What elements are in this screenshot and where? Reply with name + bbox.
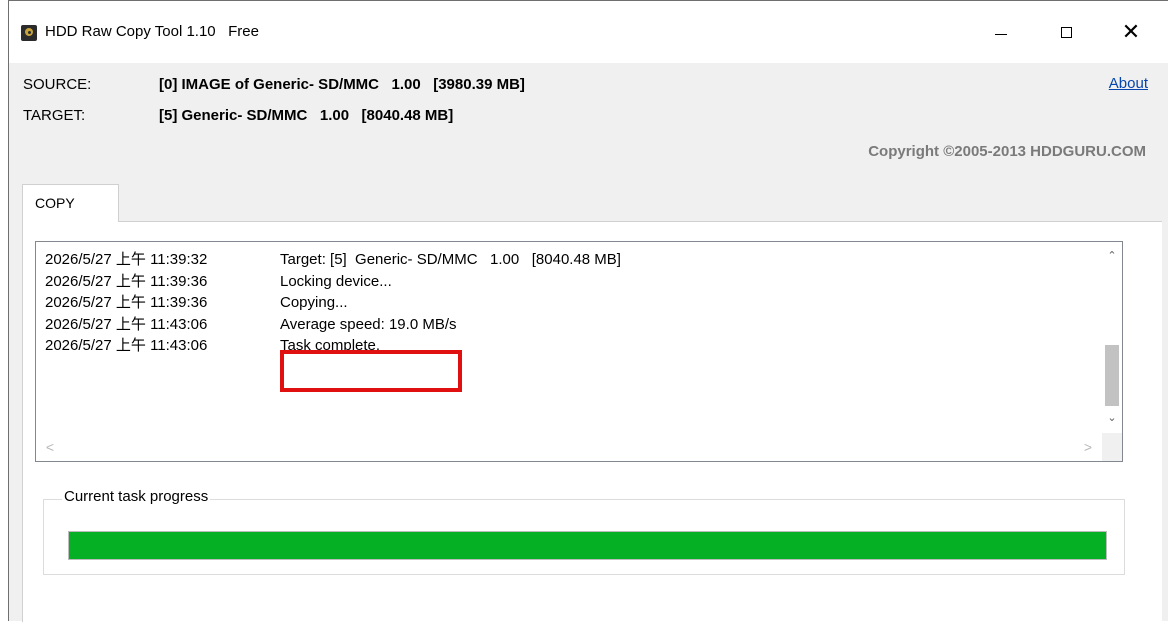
- scroll-up-icon[interactable]: ⌃: [1102, 246, 1122, 266]
- close-button[interactable]: ✕: [1107, 1, 1155, 63]
- scroll-down-icon[interactable]: ⌄: [1102, 408, 1122, 428]
- progress-fill: [69, 532, 1106, 559]
- window-title: HDD Raw Copy Tool 1.10 Free: [45, 23, 259, 40]
- title-bar[interactable]: HDD Raw Copy Tool 1.10 Free ✕: [9, 1, 1168, 63]
- minimize-button[interactable]: [977, 1, 1025, 63]
- target-value: [5] Generic- SD/MMC 1.00 [8040.48 MB]: [159, 107, 454, 124]
- target-label: TARGET:: [23, 107, 86, 124]
- hdd-app-icon[interactable]: [21, 25, 37, 41]
- log-line: 2026/5/27 上午 11:39:32 Target: [5] Generic…: [45, 249, 1085, 271]
- source-value: [0] IMAGE of Generic- SD/MMC 1.00 [3980.…: [159, 76, 525, 93]
- vertical-scrollbar[interactable]: ⌃ ⌄: [1102, 242, 1122, 432]
- tab-copy-label: COPY: [35, 195, 75, 211]
- horizontal-scrollbar[interactable]: < >: [36, 432, 1102, 461]
- minimize-icon: [995, 33, 1007, 35]
- log-timestamp: 2026/5/27 上午 11:39:36: [45, 294, 208, 311]
- maximize-button[interactable]: [1042, 1, 1090, 63]
- log-timestamp: 2026/5/27 上午 11:39:36: [45, 272, 208, 290]
- log-timestamp: 2026/5/27 上午 11:43:06: [45, 337, 208, 354]
- log-line: 2026/5/27 上午 11:39:36 Locking device...: [45, 271, 1085, 293]
- source-label: SOURCE:: [23, 76, 92, 93]
- log-message: Average speed: 19.0 MB/s: [280, 315, 457, 333]
- about-link[interactable]: About: [1109, 75, 1148, 92]
- log-line: 2026/5/27 上午 11:43:06 Average speed: 19.0…: [45, 314, 1085, 336]
- log-message: Target: [5] Generic- SD/MMC 1.00 [8040.4…: [280, 251, 621, 268]
- log-line: 2026/5/27 上午 11:43:06 Task complete.: [45, 335, 1085, 357]
- maximize-icon: [1060, 26, 1072, 38]
- log-message: Copying...: [280, 294, 348, 311]
- tab-copy[interactable]: COPY: [22, 184, 119, 222]
- scroll-left-icon[interactable]: <: [38, 433, 62, 461]
- vertical-scroll-thumb[interactable]: [1105, 345, 1119, 406]
- log-timestamp: 2026/5/27 上午 11:39:32: [45, 251, 208, 268]
- log-message: Locking device...: [280, 272, 392, 290]
- progress-bar: [68, 531, 1107, 560]
- scroll-right-icon[interactable]: >: [1076, 433, 1100, 461]
- progress-label: Current task progress: [62, 488, 211, 505]
- close-icon: ✕: [1121, 19, 1141, 44]
- scroll-corner: [1102, 433, 1122, 461]
- highlight-annotation: [280, 350, 462, 392]
- log-list[interactable]: 2026/5/27 上午 11:39:32 Target: [5] Generic…: [35, 241, 1123, 462]
- log-timestamp: 2026/5/27 上午 11:43:06: [45, 315, 208, 333]
- log-lines: 2026/5/27 上午 11:39:32 Target: [5] Generic…: [45, 249, 1085, 357]
- copyright-text: Copyright ©2005-2013 HDDGURU.COM: [868, 143, 1146, 160]
- log-line: 2026/5/27 上午 11:39:36 Copying...: [45, 292, 1085, 314]
